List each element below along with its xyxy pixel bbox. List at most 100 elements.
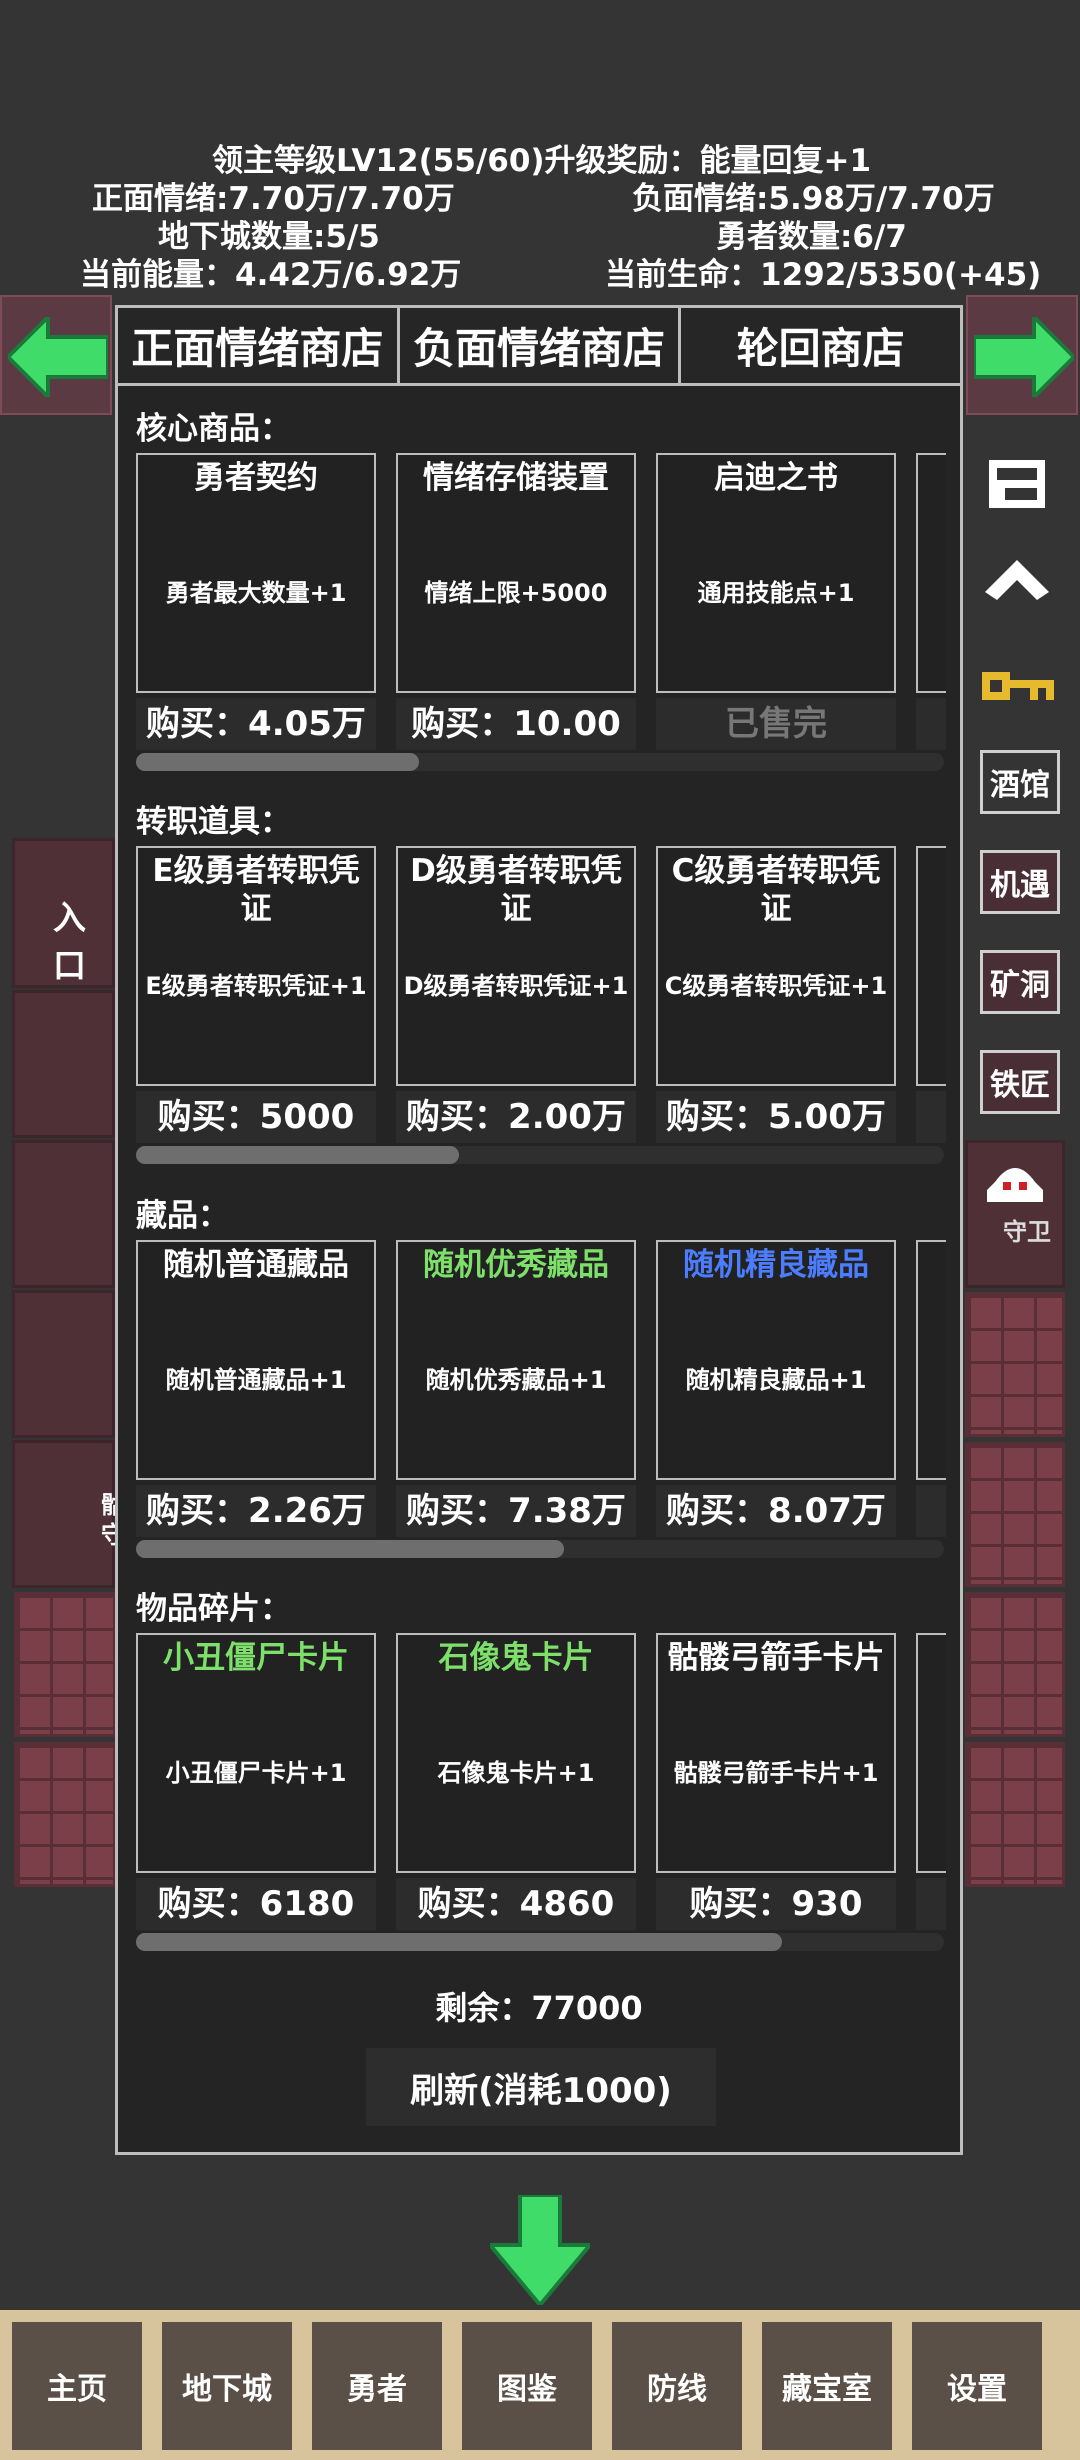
map-grid-tile <box>965 1742 1065 1887</box>
item-description: 骷髅弓箭手卡片+1 <box>673 1759 879 1787</box>
shop-item-card[interactable]: 石像鬼卡片 石像鬼卡片+1 <box>396 1633 636 1873</box>
section-title: 物品碎片： <box>136 1591 291 1627</box>
chevron-up-icon[interactable] <box>985 555 1049 605</box>
buy-button[interactable]: 购买：5000 <box>136 1091 376 1143</box>
shop-item-card[interactable]: E级勇者转职凭证 E级勇者转职凭证+1 <box>136 846 376 1086</box>
arrow-down-icon[interactable] <box>490 2195 590 2305</box>
shop-item-card[interactable]: C级勇者转职凭证 C级勇者转职凭证+1 <box>656 846 896 1086</box>
shop-item-card-partial[interactable] <box>916 846 946 1086</box>
shop-item-card[interactable]: 随机优秀藏品 随机优秀藏品+1 <box>396 1240 636 1480</box>
scrollbar-thumb[interactable] <box>136 1540 564 1558</box>
item-description: C级勇者转职凭证+1 <box>664 972 888 1000</box>
current-energy: 当前能量：4.42万/6.92万 <box>80 257 462 293</box>
tavern-button[interactable]: 酒馆 <box>980 750 1060 814</box>
horizontal-scrollbar[interactable] <box>136 1933 944 1951</box>
nav-dungeon[interactable]: 地下城 <box>162 2322 292 2450</box>
shop-item-row[interactable]: 随机普通藏品 随机普通藏品+1 购买：2.26万 随机优秀藏品 随机优秀藏品+1 购买：7… <box>136 1240 946 1540</box>
mine-button[interactable]: 矿洞 <box>980 950 1060 1014</box>
shop-item-card[interactable]: 随机普通藏品 随机普通藏品+1 <box>136 1240 376 1480</box>
item-description: E级勇者转职凭证+1 <box>145 972 367 1000</box>
scrollbar-thumb[interactable] <box>136 753 419 771</box>
item-name: 情绪存储装置 <box>423 460 609 496</box>
shop-item-card[interactable]: 随机精良藏品随机精良藏品+1 <box>656 1240 896 1480</box>
scrollbar-thumb[interactable] <box>136 1933 782 1951</box>
guard-label: 守卫 <box>1003 1218 1051 1246</box>
item-description: 通用技能点+1 <box>697 579 855 607</box>
buy-button-partial[interactable] <box>916 1878 946 1930</box>
shop-item-card-partial[interactable] <box>916 453 946 693</box>
shop-item-card-partial[interactable] <box>916 1240 946 1480</box>
buy-button-partial[interactable] <box>916 1485 946 1537</box>
buy-button[interactable]: 购买：6180 <box>136 1878 376 1930</box>
buy-button-partial[interactable] <box>916 698 946 750</box>
shop-item-card[interactable]: 小丑僵尸卡片 小丑僵尸卡片+1 <box>136 1633 376 1873</box>
buy-button[interactable]: 购买：930 <box>656 1878 896 1930</box>
prev-page-button[interactable] <box>0 295 112 415</box>
refresh-button[interactable]: 刷新(消耗1000) <box>366 2048 716 2126</box>
map-grid-tile <box>965 1592 1065 1737</box>
item-name: 骷髅弓箭手卡片 <box>667 1640 885 1676</box>
tab-positive-shop[interactable]: 正面情绪商店 <box>118 308 400 383</box>
save-icon[interactable] <box>985 452 1049 516</box>
buy-button[interactable]: 购买：5.00万 <box>656 1091 896 1143</box>
buy-button[interactable]: 购买：8.07万 <box>656 1485 896 1537</box>
nav-codex[interactable]: 图鉴 <box>462 2322 592 2450</box>
shop-item-card-partial[interactable] <box>916 1633 946 1873</box>
opportunity-button[interactable]: 机遇 <box>980 850 1060 914</box>
section-title: 核心商品： <box>136 411 291 447</box>
tab-negative-shop[interactable]: 负面情绪商店 <box>399 308 682 383</box>
nav-home[interactable]: 主页 <box>12 2322 142 2450</box>
shop-item-row[interactable]: E级勇者转职凭证 E级勇者转职凭证+1 购买：5000 D级勇者转职凭证 D级勇者转职凭… <box>136 846 946 1146</box>
map-grid-tile <box>14 1592 116 1737</box>
buy-button[interactable]: 购买：2.00万 <box>396 1091 636 1143</box>
map-grid-tile <box>965 1292 1065 1437</box>
shop-item-card[interactable]: 情绪存储装置情绪上限+5000 <box>396 453 636 693</box>
section-title: 藏品： <box>136 1198 229 1234</box>
map-grid-tile <box>965 1442 1065 1587</box>
item-name: E级勇者转职凭证 <box>152 853 360 927</box>
item-description: 情绪上限+5000 <box>424 579 608 607</box>
blacksmith-button[interactable]: 铁匠 <box>980 1050 1060 1114</box>
shop-item-card[interactable]: 启迪之书 通用技能点+1 <box>656 453 896 693</box>
nav-heroes[interactable]: 勇者 <box>312 2322 442 2450</box>
horizontal-scrollbar[interactable] <box>136 1540 944 1558</box>
item-name: 随机普通藏品 <box>163 1247 349 1283</box>
nav-settings[interactable]: 设置 <box>912 2322 1042 2450</box>
remaining-currency: 剩余：77000 <box>435 1989 643 2027</box>
buy-button-partial[interactable] <box>916 1091 946 1143</box>
shop-tabs: 正面情绪商店 负面情绪商店 轮回商店 <box>118 308 961 386</box>
map-tile-entrance: 入口 <box>12 838 115 988</box>
buy-button[interactable]: 购买：2.26万 <box>136 1485 376 1537</box>
map-grid-tile <box>14 1742 116 1887</box>
bottom-nav: 主页 地下城 勇者 图鉴 防线 藏宝室 设置 <box>0 2310 1080 2460</box>
shop-item-card[interactable]: 勇者契约 勇者最大数量+1 <box>136 453 376 693</box>
shop-panel: 正面情绪商店 负面情绪商店 轮回商店 核心商品： 勇者契约 勇者最大数量+1 购买：4… <box>115 305 963 2155</box>
horizontal-scrollbar[interactable] <box>136 1146 944 1164</box>
buy-button[interactable]: 购买：10.00万 <box>396 698 636 750</box>
nav-treasury[interactable]: 藏宝室 <box>762 2322 892 2450</box>
shop-item-row[interactable]: 小丑僵尸卡片 小丑僵尸卡片+1 购买：6180 石像鬼卡片 石像鬼卡片+1 购买：4860… <box>136 1633 946 1933</box>
item-name: 随机精良藏品 <box>683 1247 869 1283</box>
shop-item-row[interactable]: 勇者契约 勇者最大数量+1 购买：4.05万 情绪存储装置 情绪上限+5000 购买：10… <box>136 453 946 753</box>
shop-item-card[interactable]: D级勇者转职凭证 D级勇者转职凭证+1 <box>396 846 636 1086</box>
shop-item-card[interactable]: 骷髅弓箭手卡片骷髅弓箭手卡片+1 <box>656 1633 896 1873</box>
guard-button[interactable]: 守卫 <box>965 1140 1065 1250</box>
arrow-left-icon <box>8 317 108 397</box>
item-description: 随机精良藏品+1 <box>685 1366 867 1394</box>
buy-button[interactable]: 购买：7.38万 <box>396 1485 636 1537</box>
scrollbar-thumb[interactable] <box>136 1146 459 1164</box>
buy-button[interactable]: 购买：4.05万 <box>136 698 376 750</box>
map-tile-skeleton: 骷 守 <box>12 1440 125 1588</box>
item-description: D级勇者转职凭证+1 <box>403 972 629 1000</box>
current-life: 当前生命：1292/5350(+45) <box>605 257 1042 293</box>
next-page-button[interactable] <box>966 295 1078 415</box>
nav-defense[interactable]: 防线 <box>612 2322 742 2450</box>
item-name: D级勇者转职凭证 <box>410 853 622 927</box>
buy-button[interactable]: 购买：4860 <box>396 1878 636 1930</box>
horizontal-scrollbar[interactable] <box>136 753 944 771</box>
section-title: 转职道具： <box>136 804 291 840</box>
item-name: 勇者契约 <box>194 460 318 496</box>
key-icon[interactable] <box>982 668 1054 708</box>
tab-reincarnation-shop[interactable]: 轮回商店 <box>681 308 961 383</box>
item-name: 石像鬼卡片 <box>438 1640 594 1676</box>
